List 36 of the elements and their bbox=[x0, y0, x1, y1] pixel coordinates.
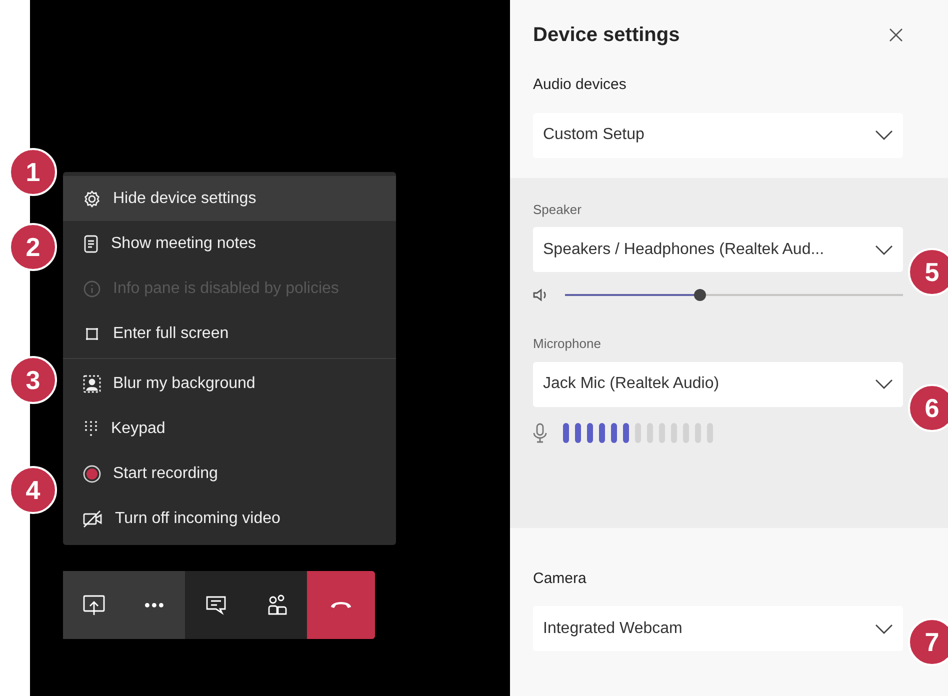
chevron-down-icon bbox=[875, 244, 893, 254]
panel-title: Device settings bbox=[533, 23, 680, 48]
chevron-down-icon bbox=[875, 130, 893, 140]
menu-item[interactable]: Keypad bbox=[63, 406, 396, 451]
dropdown[interactable]: Custom Setup bbox=[533, 112, 903, 158]
microphone-icon bbox=[533, 422, 547, 442]
dropdown[interactable]: Jack Mic (Realtek Audio) bbox=[533, 362, 903, 406]
chat-button[interactable] bbox=[185, 571, 246, 639]
menu-item[interactable]: Blur my background bbox=[63, 361, 396, 406]
menu-item[interactable]: Start recording bbox=[63, 451, 396, 496]
field-label: Microphone bbox=[533, 335, 602, 353]
section-label: Audio devices bbox=[533, 75, 628, 95]
info-icon bbox=[83, 280, 101, 298]
field-label: Speaker bbox=[533, 200, 582, 219]
chevron-down-icon bbox=[875, 379, 893, 389]
slider-thumb[interactable] bbox=[694, 289, 706, 301]
dropdown[interactable]: Integrated Webcam bbox=[533, 606, 903, 651]
share-screen-icon bbox=[82, 593, 106, 617]
keypad-icon bbox=[83, 420, 99, 438]
menu-item[interactable]: Hide device settings bbox=[63, 176, 396, 221]
menu-item[interactable]: Enter full screen bbox=[63, 311, 396, 356]
more-icon bbox=[145, 602, 164, 608]
menu-item[interactable]: Show meeting notes bbox=[63, 221, 396, 266]
menu-item[interactable]: Turn off incoming video bbox=[63, 496, 396, 541]
settings-icon bbox=[83, 190, 101, 208]
section-label: Camera bbox=[533, 568, 588, 588]
hang-up-icon bbox=[331, 602, 351, 608]
share-button[interactable] bbox=[63, 571, 124, 639]
person-background-icon bbox=[83, 374, 101, 392]
notes-icon bbox=[83, 234, 99, 252]
participants-button[interactable] bbox=[246, 571, 307, 639]
dropdown[interactable]: Speakers / Headphones (Realtek Aud... bbox=[533, 227, 903, 272]
speaker-icon bbox=[533, 288, 549, 302]
chevron-down-icon bbox=[875, 624, 893, 634]
record-icon bbox=[83, 464, 101, 482]
video-off-icon bbox=[83, 510, 103, 528]
